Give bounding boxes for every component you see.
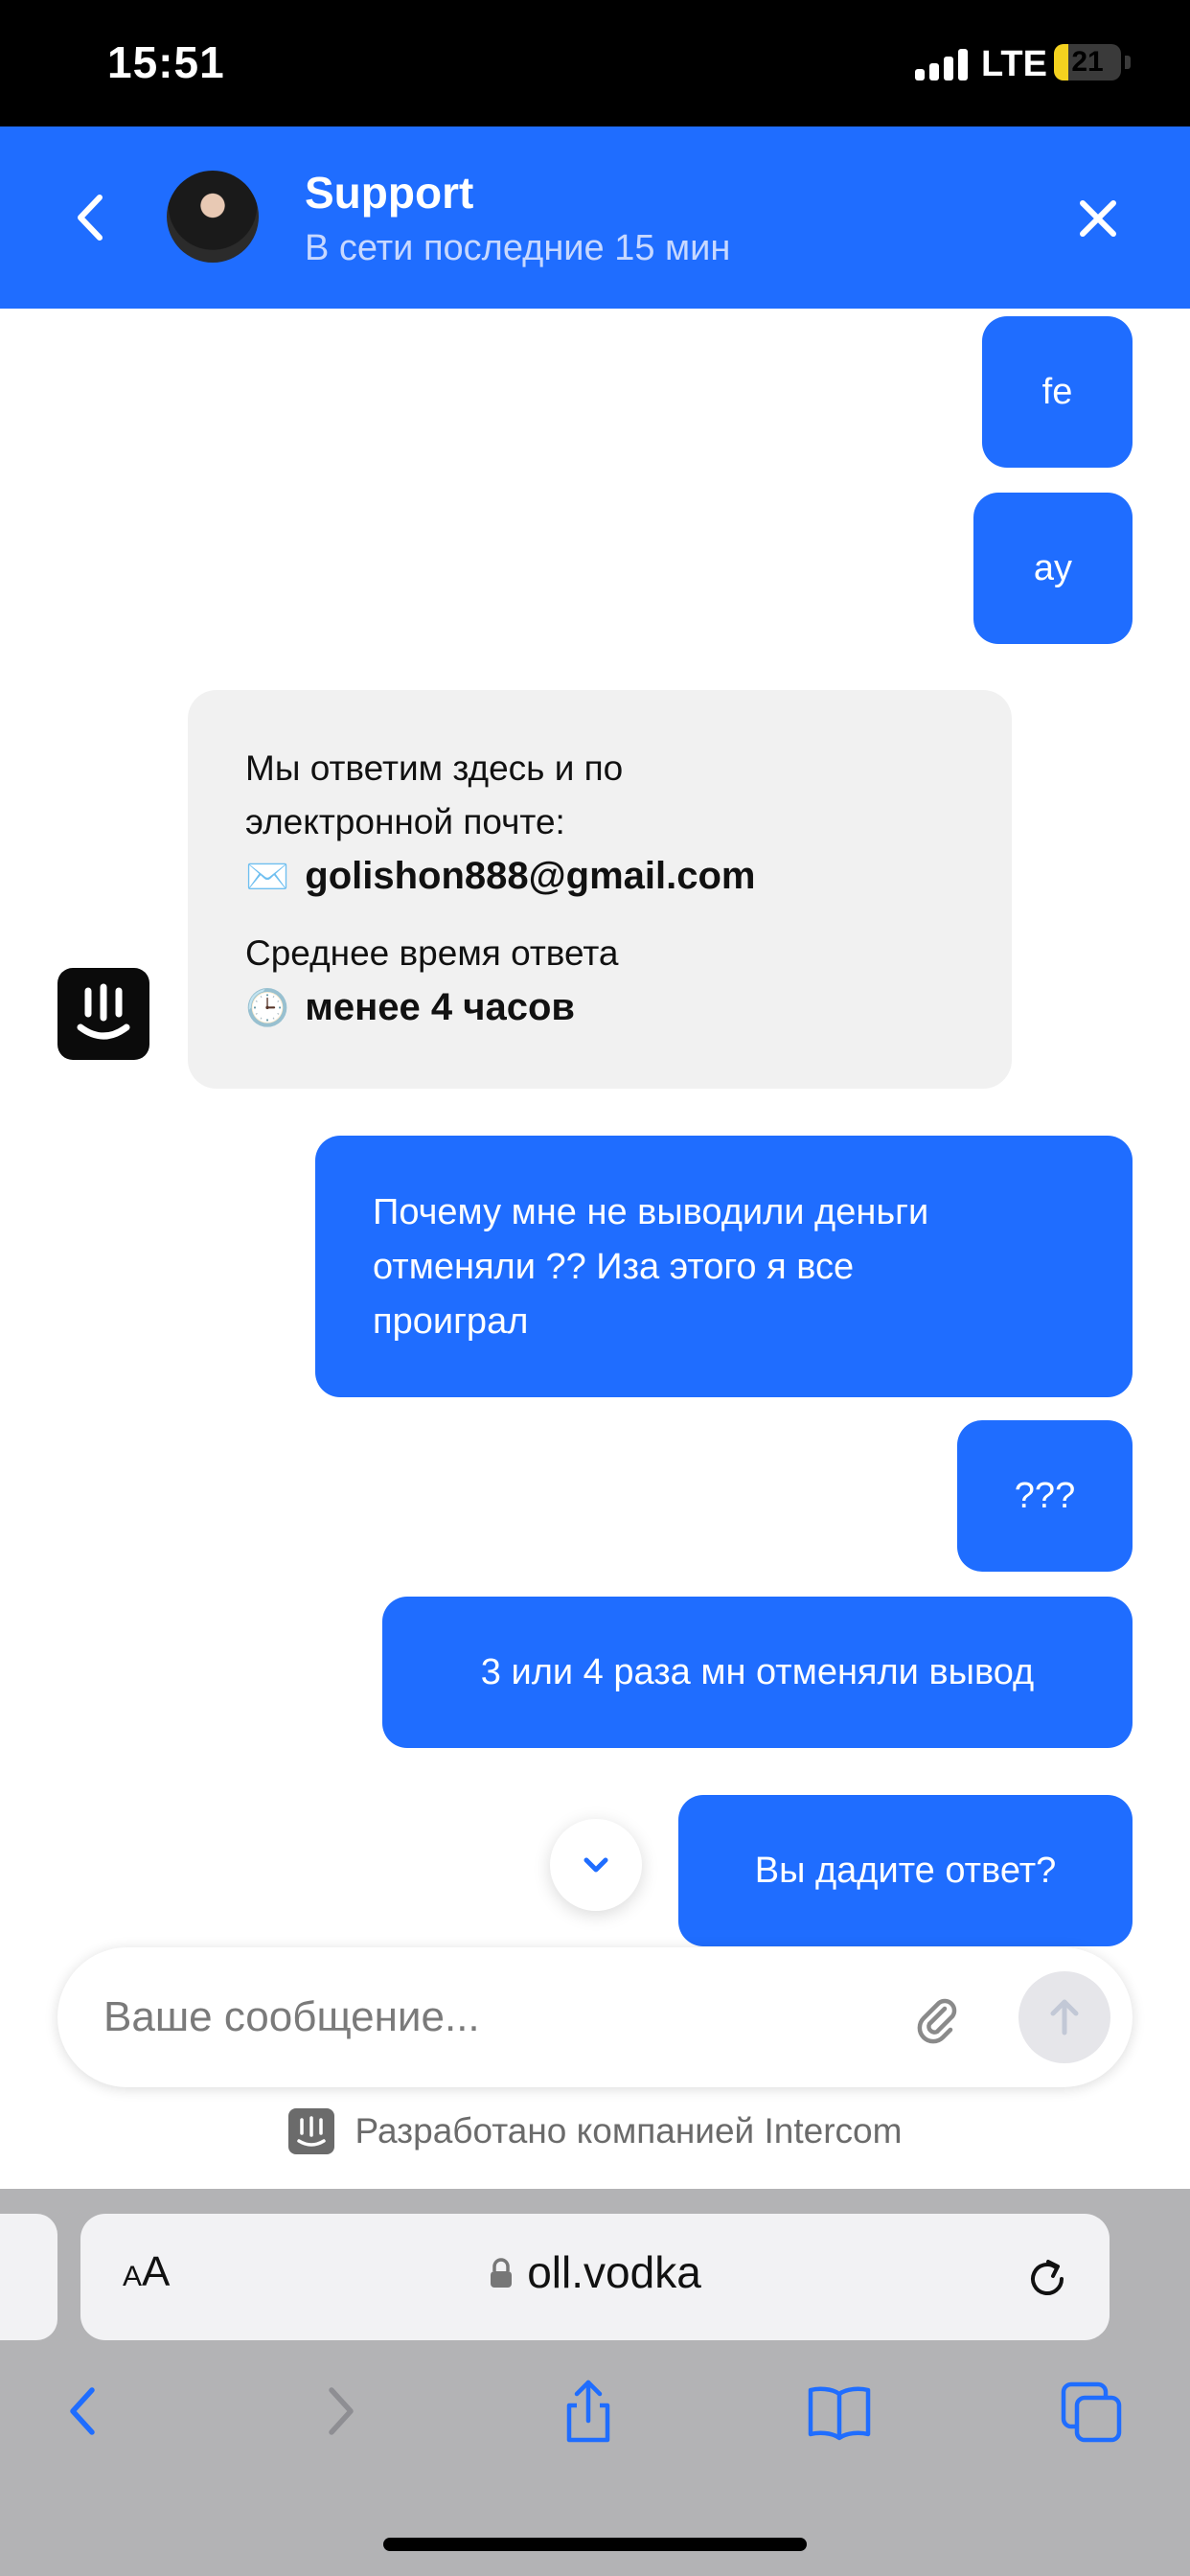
message-text: ??? (1014, 1475, 1076, 1516)
bot-text: электронной почте: (245, 802, 565, 841)
powered-by-text: Разработано компанией Intercom (355, 2111, 903, 2150)
battery-level: 21 (1071, 46, 1104, 78)
chevron-down-icon (584, 1857, 608, 1873)
header-subtitle: В сети последние 15 мин (305, 228, 731, 268)
screen: 15:51 LTE 21 Support В сети последние 15… (0, 0, 1190, 2576)
share-icon (566, 2380, 610, 2443)
chevron-right-icon (329, 2387, 354, 2435)
message-bubble: ??? (957, 1420, 1133, 1572)
header-title: Support (305, 168, 474, 218)
paperclip-icon (917, 1998, 957, 2044)
message-text: отменяли ?? Иза этого я все (373, 1247, 855, 1287)
tabs-button[interactable] (1058, 2377, 1127, 2446)
message-text: 3 или 4 раза мн отменяли вывод (480, 1651, 1035, 1692)
message-bubble: ay (973, 493, 1133, 644)
status-bar: 15:51 LTE 21 (0, 0, 1190, 126)
intercom-icon (287, 2108, 334, 2154)
message-text: ay (1033, 547, 1073, 588)
previous-tab-peek[interactable] (0, 2214, 57, 2340)
address-bar[interactable]: AA oll.vodka (80, 2214, 1110, 2340)
url-display[interactable]: oll.vodka (80, 2246, 1110, 2298)
message-bubble: fe (982, 316, 1133, 468)
response-time-value: менее 4 часов (305, 986, 575, 1028)
back-button[interactable] (67, 184, 115, 251)
url-text: oll.vodka (527, 2247, 701, 2297)
bot-message-card: Мы ответим здесь и по электронной почте:… (188, 690, 1012, 1089)
envelope-icon: ✉️ (245, 857, 290, 896)
arrow-up-icon (1050, 1999, 1079, 2036)
status-time: 15:51 (107, 37, 225, 87)
share-button[interactable] (554, 2377, 623, 2446)
send-button[interactable] (1018, 1971, 1110, 2063)
close-icon (1080, 200, 1116, 237)
battery-icon: 21 (1054, 44, 1121, 80)
battery-nub (1125, 56, 1131, 69)
intercom-logo-icon (57, 968, 149, 1060)
message-input[interactable] (103, 1986, 870, 2049)
message-text: Почему мне не выводили деньги (373, 1192, 929, 1232)
message-bubble: 3 или 4 раза мн отменяли вывод (382, 1597, 1133, 1748)
signal-icon (915, 48, 969, 80)
clock-icon: 🕒 (245, 988, 290, 1027)
avatar (167, 171, 259, 263)
home-indicator (383, 2538, 807, 2551)
browser-forward-button[interactable] (305, 2377, 374, 2446)
message-text: проиграл (373, 1301, 529, 1342)
message-text: Вы дадите ответ? (754, 1850, 1057, 1891)
book-icon (808, 2386, 871, 2441)
tabs-icon (1061, 2381, 1122, 2443)
response-time-label: Среднее время ответа (245, 933, 619, 973)
browser-back-button[interactable] (50, 2377, 119, 2446)
message-composer (57, 1947, 1133, 2087)
chevron-left-icon (70, 2387, 95, 2435)
lock-icon (489, 2248, 514, 2288)
message-text: fe (1041, 371, 1073, 412)
support-email[interactable]: golishon888@gmail.com (305, 855, 755, 897)
bookmarks-button[interactable] (805, 2377, 874, 2446)
bot-text: Мы ответим здесь и по (245, 748, 624, 788)
reload-button[interactable] (1019, 2250, 1075, 2306)
message-bubble: Вы дадите ответ? (678, 1795, 1133, 1946)
message-bubble: Почему мне не выводили деньги отменяли ?… (315, 1136, 1133, 1397)
chat-header: Support В сети последние 15 мин (0, 126, 1190, 309)
scroll-down-button[interactable] (550, 1819, 642, 1911)
attach-button[interactable] (908, 1990, 964, 2045)
reload-icon (1031, 2260, 1064, 2295)
chevron-left-icon (78, 195, 103, 241)
powered-by[interactable]: Разработано компанией Intercom (0, 2108, 1190, 2154)
close-button[interactable] (1073, 194, 1123, 243)
network-label: LTE (981, 44, 1047, 84)
